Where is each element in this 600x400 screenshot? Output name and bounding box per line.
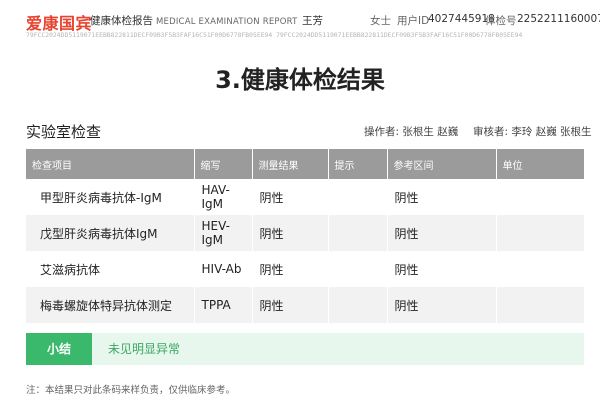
table-row: 梅毒螺旋体特异抗体测定 TPPA 阴性 阴性	[26, 287, 584, 323]
cell-item: 戊型肝炎病毒抗体IgM	[26, 215, 195, 251]
report-title-cn: 健康体检报告	[90, 15, 153, 27]
user-id-label: 用户ID	[397, 15, 430, 27]
cell-result: 阴性	[252, 179, 329, 215]
disclaimer-note: 注：本结果只对此条码来样负责，仅供临床参考。	[26, 385, 236, 396]
table-row: 艾滋病抗体 HIV-Ab 阴性 阴性	[26, 251, 584, 287]
summary-text: 未见明显异常	[108, 342, 181, 356]
cell-item: 艾滋病抗体	[26, 251, 195, 287]
cell-abbr: TPPA	[194, 287, 253, 323]
exam-no-value: 2252211160007	[517, 13, 600, 25]
col-header-range: 参考区间	[387, 149, 497, 179]
cell-unit	[496, 215, 584, 251]
cell-abbr: HEV-IgM	[194, 215, 253, 251]
report-title-en: MEDICAL EXAMINATION REPORT	[156, 17, 298, 27]
col-header-hint: 提示	[328, 149, 388, 179]
reviewer-info: 审核者: 李玲 赵巍 张根生	[473, 126, 592, 138]
cell-range: 阴性	[387, 287, 497, 323]
hash-watermark: 79FCC2024DD5119071EEBB822811DECF09B3F5B3…	[26, 31, 523, 39]
report-title: 健康体检报告 MEDICAL EXAMINATION REPORT	[90, 13, 298, 28]
patient-gender: 女士	[370, 15, 391, 27]
lab-section-title: 实验室检查	[26, 123, 102, 141]
cell-result: 阴性	[252, 251, 329, 287]
section-title: 3.健康体检结果	[215, 66, 385, 94]
cell-range: 阴性	[387, 179, 497, 215]
lab-results-table: 检查项目 缩写 测量结果 提示 参考区间 单位 甲型肝炎病毒抗体-IgM HAV…	[26, 149, 584, 323]
cell-abbr: HAV-IgM	[194, 179, 253, 215]
cell-unit	[496, 287, 584, 323]
cell-unit	[496, 251, 584, 287]
table-row: 戊型肝炎病毒抗体IgM HEV-IgM 阴性 阴性	[26, 215, 584, 251]
table-header-row: 检查项目 缩写 测量结果 提示 参考区间 单位	[26, 149, 584, 179]
cell-hint	[328, 287, 388, 323]
col-header-result: 测量结果	[252, 149, 329, 179]
cell-unit	[496, 179, 584, 215]
col-header-abbr: 缩写	[194, 149, 253, 179]
cell-item: 梅毒螺旋体特异抗体测定	[26, 287, 195, 323]
patient-name: 王芳	[302, 15, 323, 27]
cell-result: 阴性	[252, 215, 329, 251]
cell-hint	[328, 251, 388, 287]
summary-bar: 小结 未见明显异常	[26, 333, 584, 365]
cell-result: 阴性	[252, 287, 329, 323]
col-header-item: 检查项目	[26, 149, 195, 179]
summary-label: 小结	[26, 333, 92, 365]
operator-info: 操作者: 张根生 赵巍	[364, 126, 459, 138]
exam-no-label: 体检号	[485, 15, 517, 27]
cell-range: 阴性	[387, 215, 497, 251]
cell-hint	[328, 215, 388, 251]
cell-abbr: HIV-Ab	[194, 251, 253, 287]
cell-hint	[328, 179, 388, 215]
report-header: 爱康国宾 健康体检报告 MEDICAL EXAMINATION REPORT 王芳…	[0, 0, 600, 40]
table-row: 甲型肝炎病毒抗体-IgM HAV-IgM 阴性 阴性	[26, 179, 584, 215]
cell-item: 甲型肝炎病毒抗体-IgM	[26, 179, 195, 215]
cell-range: 阴性	[387, 251, 497, 287]
col-header-unit: 单位	[496, 149, 584, 179]
